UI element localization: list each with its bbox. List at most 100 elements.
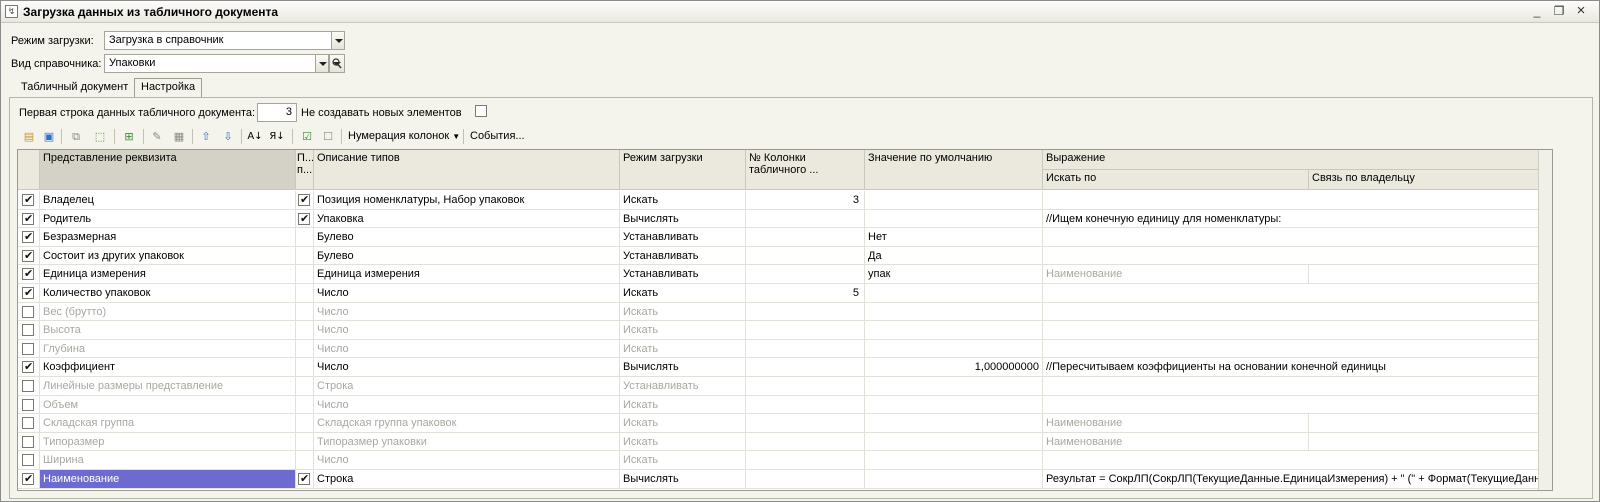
row-mode[interactable]: Вычислять xyxy=(620,470,746,488)
row-types[interactable]: Число xyxy=(314,284,620,302)
close-button[interactable]: × xyxy=(1573,3,1589,19)
row-expression[interactable] xyxy=(1043,284,1552,302)
table-row[interactable]: Родитель УпаковкаВычислять //Ищем конечную… xyxy=(18,209,1552,229)
row-default[interactable]: Да xyxy=(865,246,1043,265)
row-default[interactable]: упак xyxy=(865,265,1043,284)
row-default[interactable] xyxy=(865,339,1043,358)
table-row[interactable]: Линейные размеры представление Строка Уста… xyxy=(18,377,1552,396)
row-column-number[interactable] xyxy=(746,228,865,247)
row-expression[interactable] xyxy=(1043,451,1552,469)
row-name[interactable]: Линейные размеры представление xyxy=(40,377,296,395)
row-default[interactable] xyxy=(865,395,1043,414)
load-mode-select[interactable]: Загрузка в справочник xyxy=(104,31,332,50)
row-default[interactable] xyxy=(865,432,1043,451)
row-name[interactable]: Владелец xyxy=(40,191,296,209)
row-expression[interactable] xyxy=(1043,377,1552,395)
row-name[interactable]: Складская группа xyxy=(40,414,296,433)
row-mode[interactable]: Искать xyxy=(620,191,746,209)
header-name[interactable]: Представление реквизита xyxy=(40,150,296,190)
row-mode[interactable]: Устанавливать xyxy=(620,246,746,265)
header-owner-link[interactable]: Связь по владельцу xyxy=(1309,170,1552,190)
row-types[interactable]: Число xyxy=(314,358,620,377)
add-icon[interactable]: ▤ xyxy=(21,129,37,144)
row-default[interactable] xyxy=(865,414,1043,433)
edit-icon[interactable]: ⬚ xyxy=(92,129,108,144)
header-p[interactable]: П... п... xyxy=(296,150,314,190)
row-column-number[interactable] xyxy=(746,265,865,284)
row-expression[interactable] xyxy=(1043,228,1552,246)
row-name[interactable]: Наименование xyxy=(40,470,296,488)
row-default[interactable] xyxy=(865,191,1043,209)
row-mode[interactable]: Вычислять xyxy=(620,209,746,228)
catalog-kind-dropdown-button[interactable] xyxy=(315,54,329,73)
table-row[interactable]: Безразмерная БулевоУстанавливать Нет xyxy=(18,228,1552,247)
tab-settings[interactable]: Настройка xyxy=(134,78,203,98)
load-mode-dropdown-button[interactable] xyxy=(331,31,345,50)
row-default[interactable] xyxy=(865,209,1043,228)
row-column-number[interactable]: 3 xyxy=(746,191,865,209)
row-types[interactable]: Строка xyxy=(314,470,620,488)
row-default[interactable] xyxy=(865,451,1043,470)
row-types[interactable]: Булево xyxy=(314,228,620,247)
vertical-scrollbar[interactable] xyxy=(1538,150,1552,490)
table-row[interactable]: Состоит из других упаковок БулевоУстанавл… xyxy=(18,246,1552,266)
row-enabled-checkbox[interactable] xyxy=(22,286,34,299)
first-row-input[interactable]: 3 xyxy=(257,103,297,122)
row-default[interactable] xyxy=(865,302,1043,321)
row-column-number[interactable] xyxy=(746,246,865,265)
table-row[interactable]: Владелец Позиция номенклатуры, Набор упак… xyxy=(18,191,1552,210)
row-column-number[interactable] xyxy=(746,470,865,488)
row-name[interactable]: Состоит из других упаковок xyxy=(40,246,296,265)
table-row[interactable]: Единица измеренияЕдиница измеренияУстана… xyxy=(18,265,1552,284)
row-types[interactable]: Позиция номенклатуры, Набор упаковок xyxy=(314,191,620,209)
row-mode[interactable]: Искать xyxy=(620,395,746,414)
row-default[interactable] xyxy=(865,470,1043,488)
row-column-number[interactable] xyxy=(746,414,865,433)
header-column-number[interactable]: № Колонки табличного ... xyxy=(746,150,865,190)
row-enabled-checkbox[interactable] xyxy=(22,454,34,467)
row-name[interactable]: Количество упаковок xyxy=(40,284,296,302)
row-column-number[interactable] xyxy=(746,302,865,321)
row-default[interactable] xyxy=(865,321,1043,340)
row-mode[interactable]: Устанавливать xyxy=(620,377,746,395)
table-row[interactable]: Объем Число Искать xyxy=(18,395,1552,415)
header-search-by[interactable]: Искать по xyxy=(1043,170,1309,190)
row-types[interactable]: Складская группа упаковок xyxy=(314,414,620,433)
row-mode[interactable]: Вычислять xyxy=(620,358,746,377)
row-mode[interactable]: Искать xyxy=(620,339,746,358)
save-icon[interactable]: ▣ xyxy=(41,129,57,144)
row-enabled-checkbox[interactable] xyxy=(22,380,34,392)
row-types[interactable]: Число xyxy=(314,302,620,321)
row-mode[interactable]: Устанавливать xyxy=(620,228,746,247)
row-default[interactable] xyxy=(865,284,1043,302)
row-name[interactable]: Ширина xyxy=(40,451,296,470)
row-types[interactable]: Единица измерения xyxy=(314,265,620,284)
row-enabled-checkbox[interactable] xyxy=(22,212,34,225)
catalog-kind-input[interactable]: Упаковки xyxy=(104,54,316,73)
header-expression[interactable]: Выражение xyxy=(1043,150,1552,170)
row-mode[interactable]: Искать xyxy=(620,451,746,470)
row-default[interactable] xyxy=(865,377,1043,395)
row-name[interactable]: Глубина xyxy=(40,339,296,358)
row-name[interactable]: Родитель xyxy=(40,209,296,228)
table-row[interactable]: Ширина Число Искать xyxy=(18,451,1552,470)
row-default[interactable]: Нет xyxy=(865,228,1043,247)
row-name[interactable]: Типоразмер xyxy=(40,432,296,451)
row-search-by[interactable]: Наименование xyxy=(1043,432,1309,451)
row-enabled-checkbox[interactable] xyxy=(22,230,34,244)
sort-desc-icon[interactable]: Я↓ xyxy=(269,129,285,144)
header-types[interactable]: Описание типов xyxy=(314,150,620,190)
header-default[interactable]: Значение по умолчанию xyxy=(865,150,1043,190)
row-name[interactable]: Объем xyxy=(40,395,296,414)
row-column-number[interactable] xyxy=(746,358,865,377)
row-search-by[interactable]: Наименование xyxy=(1043,265,1309,284)
row-expression[interactable] xyxy=(1043,191,1552,209)
header-mode[interactable]: Режим загрузки xyxy=(620,150,746,190)
row-types[interactable]: Число xyxy=(314,451,620,470)
grid-icon[interactable]: ▦ xyxy=(171,129,187,144)
row-mode[interactable]: Искать xyxy=(620,432,746,451)
no-new-elements-checkbox[interactable] xyxy=(475,105,487,117)
row-enabled-checkbox[interactable] xyxy=(22,417,34,430)
table-row[interactable]: Складская группа Складская группа упаково… xyxy=(18,414,1552,433)
row-name[interactable]: Безразмерная xyxy=(40,228,296,247)
